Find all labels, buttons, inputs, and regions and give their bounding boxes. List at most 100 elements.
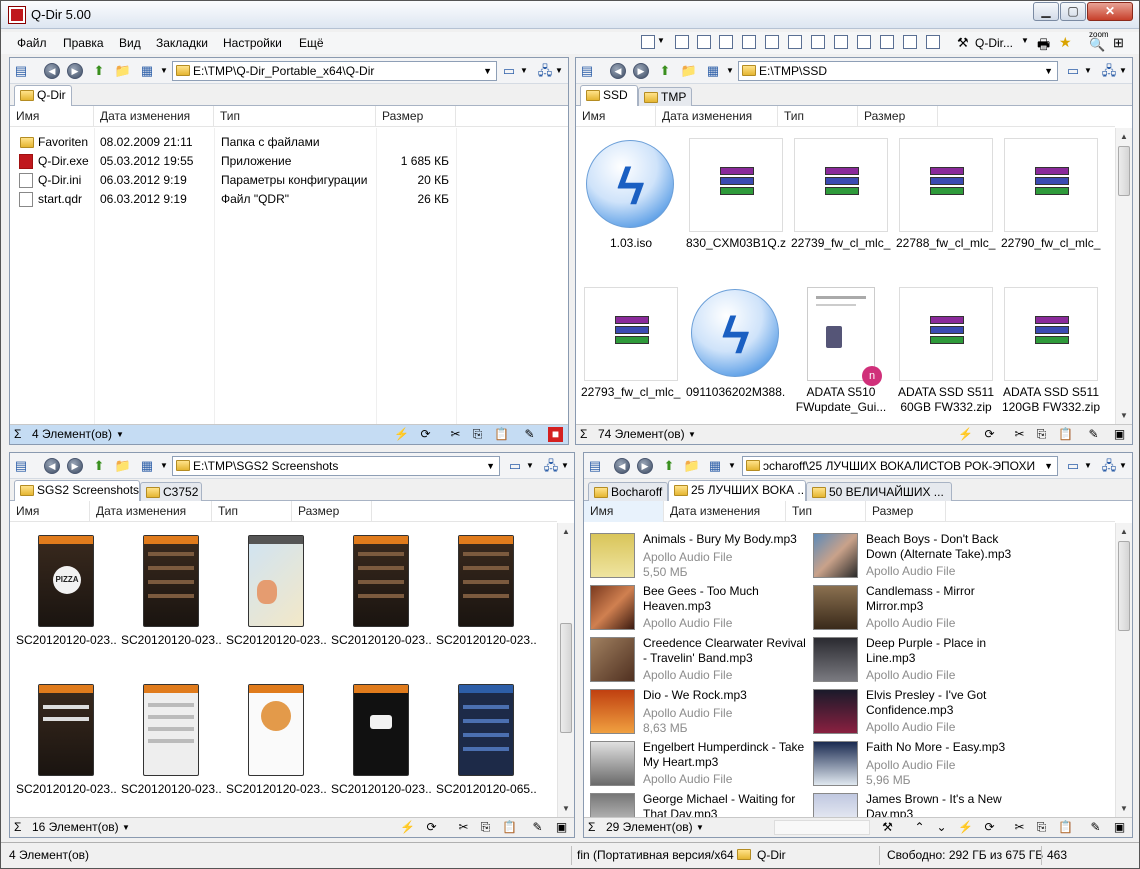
menu-settings[interactable]: Настройки [223, 36, 282, 50]
paste-icon[interactable]: 📋 [502, 820, 517, 835]
tab-c3752[interactable]: C3752 [140, 482, 202, 501]
cmd-icon[interactable]: ⚡ [958, 427, 973, 442]
cut-icon[interactable]: ✂ [456, 820, 471, 835]
refresh-icon[interactable]: ⟳ [418, 427, 433, 442]
image-thumbnail[interactable]: SC20120120-023... [121, 684, 221, 797]
layout-8-icon[interactable] [834, 35, 848, 49]
network-icon[interactable]: 🖧 [1100, 457, 1118, 474]
layout-3-icon[interactable] [719, 35, 733, 49]
tab-25-best-vocalists[interactable]: 25 ЛУЧШИХ ВОКА ... [668, 480, 806, 502]
audio-file-item[interactable]: Beach Boys - Don't Back Down (Alternate … [807, 531, 1027, 581]
status-dropdown-icon[interactable]: ▼ [696, 818, 704, 837]
network-dropdown-icon[interactable]: ▼ [561, 461, 569, 470]
audio-file-item[interactable]: Bee Gees - Too Much Heaven.mp3 Apollo Aud… [584, 583, 804, 633]
cut-icon[interactable]: ✂ [1012, 820, 1027, 835]
layout-2-icon[interactable] [697, 35, 711, 49]
tab-q-dir[interactable]: Q-Dir [14, 85, 72, 107]
cmd-icon[interactable]: ⚡ [958, 820, 973, 835]
file-thumbnail[interactable]: 22790_fw_cl_mlc_... [1001, 138, 1101, 251]
rename-icon[interactable]: ✎ [530, 820, 545, 835]
qdir-menu-button[interactable]: Q-Dir... [975, 36, 1013, 50]
file-thumbnail[interactable]: ϟ 0911036202M388... [686, 287, 786, 400]
network-icon[interactable]: 🖧 [536, 62, 554, 79]
audio-file-item[interactable]: Elvis Presley - I've Got Confidence.mp3 A… [807, 687, 1027, 737]
image-thumbnail[interactable]: SC20120120-023... [436, 535, 536, 648]
scroll-up-icon[interactable]: ▲ [558, 523, 574, 540]
column-size[interactable]: Размер [292, 501, 372, 522]
column-type[interactable]: Тип [214, 106, 376, 127]
audio-file-item[interactable]: Faith No More - Easy.mp3 Apollo Audio Fil… [807, 739, 1027, 789]
forward-icon[interactable]: ▶ [67, 458, 83, 474]
column-date[interactable]: Дата изменения [656, 106, 778, 127]
view-mode-dropdown-icon[interactable]: ▼ [728, 461, 736, 470]
rename-icon[interactable]: ✎ [1088, 820, 1103, 835]
network-dropdown-icon[interactable]: ▼ [555, 66, 563, 75]
monitor-dropdown-icon[interactable]: ▼ [526, 461, 534, 470]
column-type[interactable]: Тип [212, 501, 292, 522]
layout-5-icon[interactable] [765, 35, 779, 49]
status-dropdown-icon[interactable]: ▼ [122, 818, 130, 837]
column-size[interactable]: Размер [866, 501, 946, 522]
scroll-up-icon[interactable]: ▲ [1116, 523, 1132, 540]
network-icon[interactable]: 🖧 [542, 457, 560, 474]
layout-11-icon[interactable] [903, 35, 917, 49]
layout-1-icon[interactable] [675, 35, 689, 49]
cut-icon[interactable]: ✂ [448, 427, 463, 442]
audio-file-item[interactable]: Deep Purple - Place in Line.mp3 Apollo Au… [807, 635, 1027, 685]
properties-icon[interactable]: ▣ [1112, 820, 1127, 835]
copy-icon[interactable]: ⎘ [478, 820, 493, 835]
audio-file-item[interactable]: George Michael - Waiting for That Day.mp… [584, 791, 804, 817]
monitor-icon[interactable]: ▭ [500, 62, 518, 79]
column-date[interactable]: Дата изменения [94, 106, 214, 127]
pane1-address-bar[interactable]: E:\TMP\Q-Dir_Portable_x64\Q-Dir ▼ [172, 61, 497, 81]
image-thumbnail[interactable]: SC20120120-023... [331, 684, 431, 797]
column-name[interactable]: Имя [10, 106, 94, 127]
view-mode-icon[interactable]: ▦ [138, 62, 156, 79]
monitor-icon[interactable]: ▭ [1064, 457, 1082, 474]
address-dropdown-icon[interactable]: ▼ [486, 457, 495, 475]
column-size[interactable]: Размер [376, 106, 456, 127]
zoom-icon[interactable]: 🔍 [1089, 37, 1105, 53]
layout-4-icon[interactable] [742, 35, 756, 49]
pane4-scrollbar[interactable]: ▲ ▼ [1115, 523, 1132, 817]
scroll-thumb[interactable] [560, 623, 572, 733]
layout-9-icon[interactable] [857, 35, 871, 49]
view-mode-dropdown-icon[interactable]: ▼ [726, 66, 734, 75]
new-folder-icon[interactable]: 📁 [114, 457, 132, 474]
forward-icon[interactable]: ▶ [637, 458, 653, 474]
scroll-down-icon[interactable]: ▼ [1116, 800, 1132, 817]
file-thumbnail[interactable]: 22739_fw_cl_mlc_... [791, 138, 891, 251]
layout-dropdown-icon[interactable]: ▼ [657, 36, 665, 45]
up-icon[interactable]: ⬆ [90, 62, 108, 79]
maximize-button[interactable]: ▢ [1060, 2, 1086, 21]
menu-view[interactable]: Вид [119, 36, 141, 50]
column-name[interactable]: Имя [576, 106, 656, 127]
view-toggle-icon[interactable]: ▤ [12, 457, 30, 474]
file-row[interactable]: start.qdr 06.03.2012 9:19 Файл "QDR" 26 … [10, 190, 570, 209]
back-icon[interactable]: ◀ [44, 458, 60, 474]
view-toggle-icon[interactable]: ▤ [586, 457, 604, 474]
image-thumbnail[interactable]: PIZZA SC20120120-023... [16, 535, 116, 648]
menu-file[interactable]: Файл [17, 36, 47, 50]
view-mode-icon[interactable]: ▦ [138, 457, 156, 474]
audio-file-item[interactable]: Creedence Clearwater Revival - Travelin'… [584, 635, 806, 685]
column-size[interactable]: Размер [858, 106, 938, 127]
back-icon[interactable]: ◀ [44, 63, 60, 79]
pane3-address-bar[interactable]: E:\TMP\SGS2 Screenshots ▼ [172, 456, 500, 476]
network-icon[interactable]: 🖧 [1100, 62, 1118, 79]
star-icon[interactable]: ★ [1059, 34, 1072, 51]
copy-icon[interactable]: ⎘ [470, 427, 485, 442]
scroll-up-icon[interactable]: ▲ [1116, 128, 1132, 145]
pane2-scrollbar[interactable]: ▲ ▼ [1115, 128, 1132, 424]
audio-file-item[interactable]: Dio - We Rock.mp3 Apollo Audio File 8,63 М… [584, 687, 804, 737]
up-icon[interactable]: ⬆ [660, 457, 678, 474]
file-thumbnail[interactable]: 22793_fw_cl_mlc_... [581, 287, 681, 400]
up-icon[interactable]: ⬆ [90, 457, 108, 474]
properties-icon[interactable]: ▣ [554, 820, 569, 835]
layout-icon[interactable] [641, 35, 655, 49]
info-icon[interactable]: ⊞ [1113, 35, 1124, 51]
file-row[interactable]: Favoriten 08.02.2009 21:11 Папка с файла… [10, 133, 570, 152]
image-thumbnail[interactable]: SC20120120-023... [226, 535, 326, 648]
move-up-icon[interactable]: ⌃ [912, 820, 927, 835]
image-thumbnail[interactable]: SC20120120-023... [121, 535, 221, 648]
